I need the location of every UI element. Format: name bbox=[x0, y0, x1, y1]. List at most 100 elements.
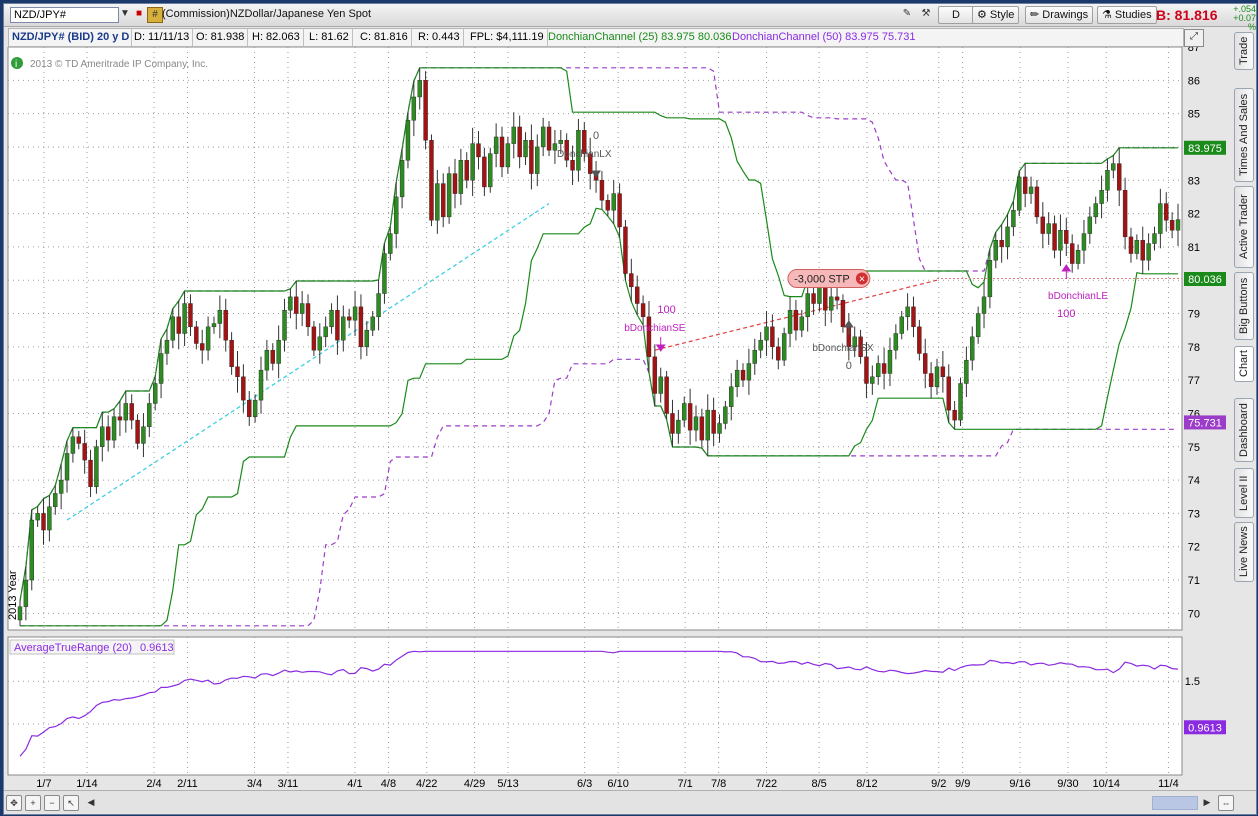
candle-body bbox=[635, 286, 640, 304]
candle-body bbox=[781, 333, 787, 361]
info-fpl: FPL: $4,111.19 bbox=[467, 29, 548, 46]
candle-body bbox=[970, 336, 975, 361]
lx-label: DonchianLX bbox=[557, 149, 612, 160]
candle-body bbox=[1152, 233, 1157, 244]
sidebar-tab-dashboard[interactable]: Dashboard bbox=[1234, 398, 1254, 462]
candle-body bbox=[211, 323, 217, 328]
sidebar-tab-active-trader[interactable]: Active Trader bbox=[1234, 186, 1254, 268]
candle-body bbox=[1111, 163, 1116, 171]
scroll-right-icon[interactable]: ▶ bbox=[1200, 795, 1214, 809]
candle-body bbox=[1034, 186, 1040, 218]
sidebar-tab-trade[interactable]: Trade bbox=[1234, 32, 1254, 70]
pan-icon[interactable]: ✥ bbox=[6, 795, 22, 811]
sidebar-tab-level-ii[interactable]: Level II bbox=[1234, 468, 1254, 518]
candle-body bbox=[764, 326, 769, 341]
tools-icon[interactable]: ✎ bbox=[900, 7, 914, 21]
price-tick-label: 87 bbox=[1188, 47, 1200, 54]
candle-body bbox=[870, 376, 875, 384]
candle-body bbox=[358, 306, 364, 348]
candle-body bbox=[817, 286, 822, 304]
hash-icon[interactable]: # bbox=[147, 7, 163, 23]
cursor-icon[interactable]: ↖ bbox=[63, 795, 79, 811]
candle-body bbox=[194, 326, 199, 344]
candle-body bbox=[529, 140, 534, 174]
drawings-button[interactable]: ✏ Drawings bbox=[1025, 6, 1094, 24]
candle-body bbox=[546, 126, 552, 151]
candle-body bbox=[723, 406, 728, 424]
price-tick-label: 73 bbox=[1188, 508, 1200, 520]
candle-body bbox=[223, 309, 228, 341]
candle-body bbox=[299, 303, 305, 314]
time-tick-label: 9/30 bbox=[1057, 778, 1078, 789]
candle-body bbox=[570, 160, 575, 171]
candle-body bbox=[129, 403, 134, 421]
time-tick-label: 8/12 bbox=[856, 778, 877, 789]
candle-body bbox=[105, 426, 111, 441]
candle-body bbox=[1099, 190, 1104, 204]
candle-body bbox=[94, 446, 99, 487]
candle-body bbox=[411, 96, 417, 121]
candle-body bbox=[893, 333, 899, 351]
candle-body bbox=[446, 173, 452, 218]
sidebar: Trade Times And Sales Active Trader Big … bbox=[1234, 28, 1254, 588]
sidebar-tab-times-and-sales[interactable]: Times And Sales bbox=[1234, 88, 1254, 182]
candle-body bbox=[1169, 220, 1175, 231]
wrench-icon[interactable]: ⚒ bbox=[919, 7, 933, 21]
candle-body bbox=[1058, 230, 1063, 251]
time-tick-label: 10/14 bbox=[1092, 778, 1120, 789]
info-instrument[interactable]: NZD/JPY# (BID) 20 y D bbox=[9, 29, 132, 46]
candle-body bbox=[252, 399, 258, 417]
candle-body bbox=[241, 376, 246, 401]
candle-body bbox=[623, 226, 628, 274]
candle-body bbox=[370, 316, 375, 331]
candle-body bbox=[123, 403, 129, 421]
candle-body bbox=[435, 183, 440, 221]
symbol-input[interactable]: NZD/JPY# bbox=[10, 7, 119, 23]
candle-body bbox=[452, 173, 458, 194]
sidebar-tab-chart[interactable]: Chart bbox=[1234, 346, 1254, 382]
candle-body bbox=[1128, 236, 1134, 254]
scroll-left-icon[interactable]: ◀ bbox=[84, 795, 98, 809]
candle-body bbox=[64, 453, 70, 481]
zoom-out-icon[interactable]: − bbox=[44, 795, 60, 811]
candle-body bbox=[399, 160, 405, 198]
candle-body bbox=[276, 339, 281, 364]
d-button[interactable]: D bbox=[938, 6, 974, 24]
candle-body bbox=[217, 309, 223, 324]
time-tick-label: 6/10 bbox=[607, 778, 628, 789]
candle-body bbox=[294, 296, 299, 314]
studies-button[interactable]: ⚗ Studies bbox=[1097, 6, 1157, 24]
candle-body bbox=[182, 303, 187, 334]
candle-body bbox=[611, 193, 616, 211]
candle-body bbox=[417, 80, 422, 98]
chart-window: NZD/JPY# ▼ ■ # (Commission)NZDollar/Japa… bbox=[3, 3, 1257, 815]
candle-body bbox=[1087, 216, 1093, 234]
candle-body bbox=[605, 200, 611, 211]
candle-body bbox=[928, 373, 934, 388]
candle-body bbox=[270, 349, 275, 364]
candle-body bbox=[1175, 219, 1181, 231]
candle-body bbox=[323, 326, 328, 338]
candle-body bbox=[940, 366, 946, 378]
link-icon[interactable]: ■ bbox=[132, 7, 146, 21]
sidebar-tab-live-news[interactable]: Live News bbox=[1234, 522, 1254, 582]
candle-body bbox=[258, 369, 264, 401]
dropdown-icon[interactable]: ▼ bbox=[118, 7, 132, 21]
expand-icon[interactable]: ⇔ bbox=[1218, 795, 1234, 811]
chart-settings-icon[interactable]: ⤢ bbox=[1184, 29, 1204, 47]
candle-body bbox=[740, 369, 746, 381]
time-tick-label: 6/3 bbox=[577, 778, 592, 789]
candle-body bbox=[535, 146, 540, 174]
year-label: 2013 Year bbox=[7, 570, 19, 620]
time-tick-label: 9/2 bbox=[931, 778, 946, 789]
scrollbar-thumb[interactable] bbox=[1152, 796, 1198, 810]
sidebar-tab-big-buttons[interactable]: Big Buttons bbox=[1234, 272, 1254, 340]
zoom-in-icon[interactable]: + bbox=[25, 795, 41, 811]
style-button[interactable]: ⚙ Style bbox=[972, 6, 1020, 24]
price-tick-label: 85 bbox=[1188, 109, 1200, 121]
info-dc25: DonchianChannel (25) 83.975 80.036 bbox=[545, 29, 735, 46]
candle-body bbox=[1146, 243, 1151, 261]
candle-body bbox=[35, 513, 40, 521]
info-icon-glyph: i bbox=[15, 59, 17, 70]
candle-body bbox=[352, 306, 358, 321]
